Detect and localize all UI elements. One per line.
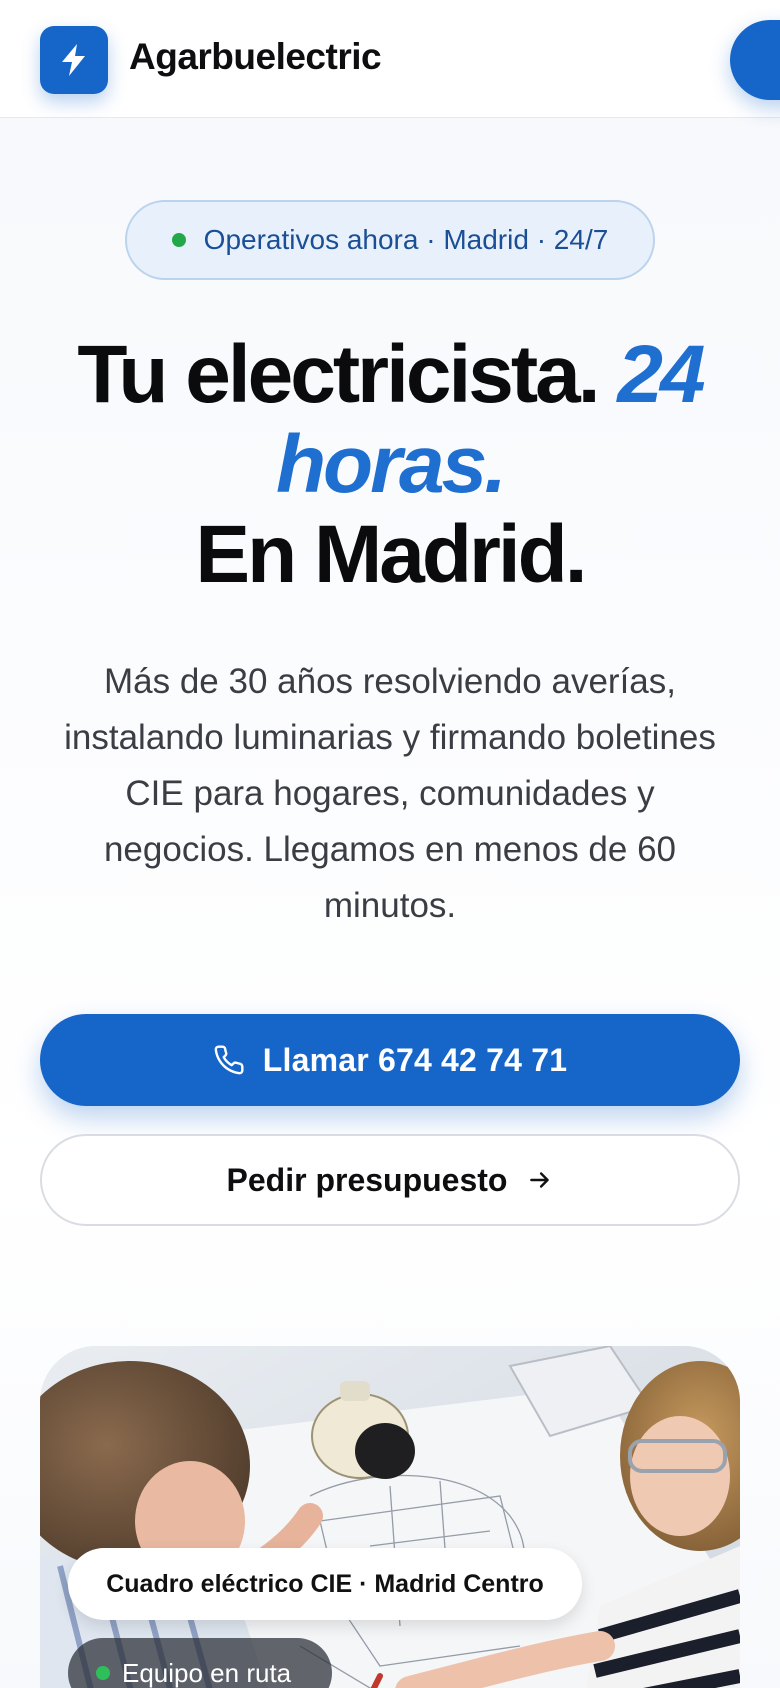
electricians-photo [40,1346,740,1688]
status-dot-icon [171,233,186,247]
status-text: Operativos ahora · Madrid · 24/7 [203,224,609,255]
route-status-badge: Equipo en ruta [68,1638,332,1688]
headline-part-1: Tu electricista. [77,329,600,420]
logo[interactable] [40,26,108,94]
brand-name[interactable]: Agarbuelectric [129,36,382,78]
header-call-button[interactable] [730,20,780,100]
headline-line-1: Tu electricista. 24 [0,330,780,420]
hero-photo [40,1346,740,1688]
call-button-label: Llamar 674 42 74 71 [262,1041,568,1078]
headline-accent-horas: horas. [275,419,507,510]
call-button[interactable]: Llamar 674 42 74 71 [40,1014,740,1106]
photo-caption-text: Cuadro eléctrico CIE · Madrid Centro [106,1569,544,1598]
phone-icon [214,1045,244,1075]
route-status-text: Equipo en ruta [122,1657,292,1688]
quote-button[interactable]: Pedir presupuesto [40,1134,740,1226]
arrow-right-icon [530,1172,550,1188]
page: Agarbuelectric Operativos ahora · Madrid… [0,0,780,1688]
site-header: Agarbuelectric [0,0,780,118]
status-badge: Operativos ahora · Madrid · 24/7 [125,200,655,280]
quote-button-label: Pedir presupuesto [226,1161,508,1198]
headline-accent-24: 24 [617,329,705,420]
hero-description: Más de 30 años resolviendo averías, inst… [64,662,716,925]
photo-caption: Cuadro eléctrico CIE · Madrid Centro [68,1548,582,1620]
headline-part-2: En Madrid. [195,509,587,600]
route-status-dot-icon [96,1666,110,1680]
bolt-icon [62,44,85,76]
hero-headline: Tu electricista. 24 horas. En Madrid. [0,330,780,600]
